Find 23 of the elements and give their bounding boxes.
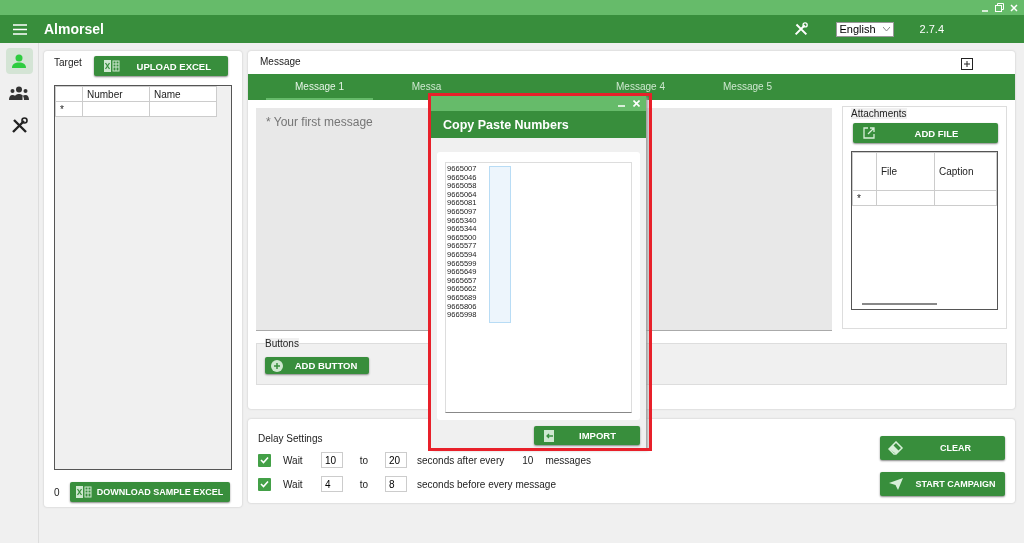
dialog-title: Copy Paste Numbers [431,111,646,138]
message-count: 10 [522,454,534,466]
column-header: Name [149,86,217,102]
target-label: Target [54,57,82,68]
wait-label: Wait [283,454,304,466]
to-label: to [358,478,370,490]
new-row-marker: * [55,101,83,117]
column-header: Number [82,86,150,102]
attachments-label: Attachments [851,108,907,119]
app-title: Almorsel [44,21,104,37]
messages-label: messages [545,454,591,466]
message-label: Message [260,56,301,69]
column-header: Caption [934,152,997,191]
version-label: 2.7.4 [919,23,944,35]
buttons-label: Buttons [265,338,299,349]
delay-settings-label: Delay Settings [258,433,323,444]
wait-label: Wait [283,478,304,490]
number-count: 0 [54,486,60,498]
new-row-marker: * [852,190,877,206]
to-label: to [358,454,370,466]
delay-description: seconds before every message [417,478,556,490]
column-header: File [876,152,935,191]
delay-description: seconds after every [417,454,505,466]
